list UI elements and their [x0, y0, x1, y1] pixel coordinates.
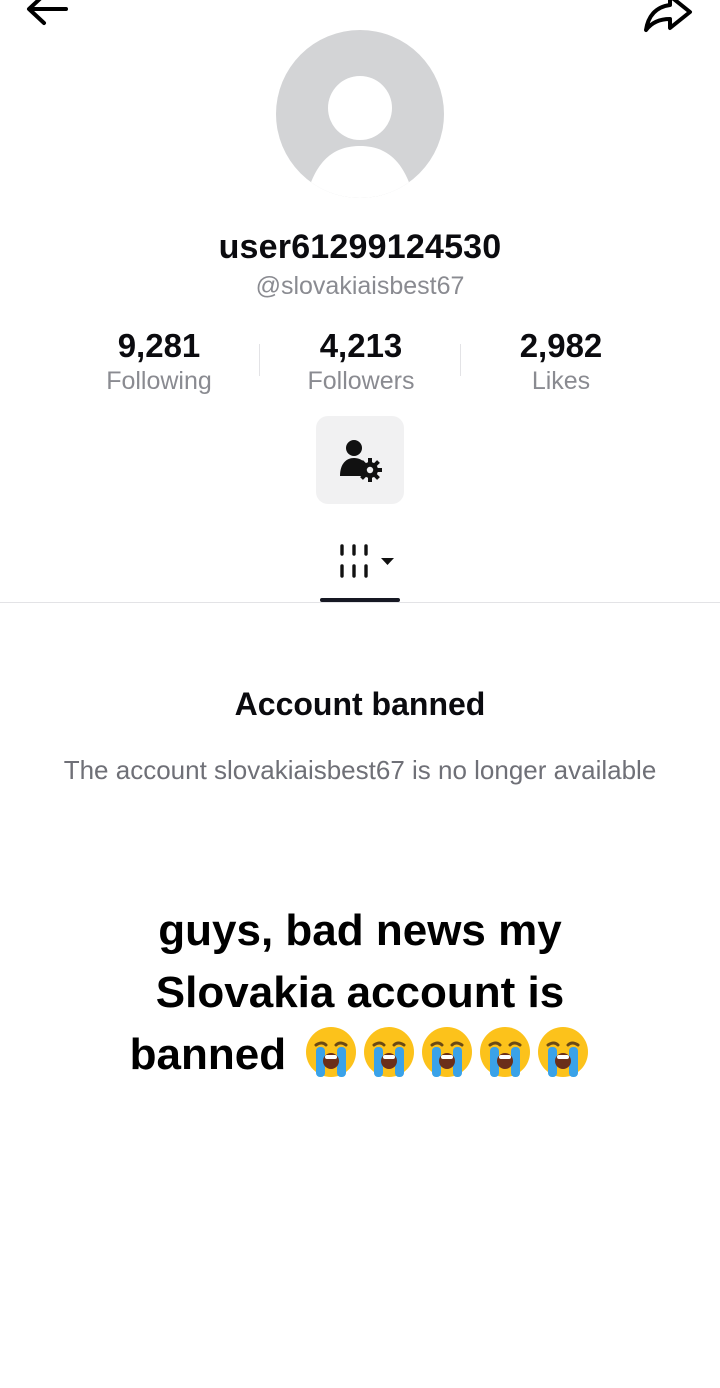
loudly-crying-face-icon: [538, 1027, 589, 1077]
stat-following[interactable]: 9,281 Following: [59, 326, 259, 396]
loudly-crying-face-icon: [364, 1027, 415, 1077]
caption-overlay: guys, bad news my Slovakia account is ba…: [80, 900, 640, 1086]
tab-divider: [0, 602, 720, 603]
videos-grid-tab-icon[interactable]: [336, 542, 400, 582]
ban-title: Account banned: [234, 686, 486, 722]
username: user61299124530: [218, 228, 502, 266]
ban-message: The account slovakiaisbest67 is no longe…: [63, 755, 657, 785]
share-icon[interactable]: [640, 0, 696, 36]
default-avatar-icon: [306, 76, 414, 198]
stat-value: 2,982: [519, 327, 603, 364]
stat-label: Followers: [307, 367, 415, 395]
user-settings-button[interactable]: [316, 416, 404, 504]
handle: @slovakiaisbest67: [255, 272, 465, 300]
stat-label: Likes: [531, 367, 591, 395]
loudly-crying-face-icon: [480, 1027, 531, 1077]
stat-label: Following: [106, 367, 212, 395]
stat-value: 9,281: [117, 327, 201, 364]
avatar: [276, 30, 444, 198]
user-settings-icon: [340, 440, 382, 482]
stat-likes[interactable]: 2,982 Likes: [461, 326, 661, 396]
back-arrow-icon[interactable]: [22, 0, 74, 32]
stat-divider: [259, 344, 260, 376]
stat-value: 4,213: [319, 327, 403, 364]
stat-followers[interactable]: 4,213 Followers: [261, 326, 461, 396]
loudly-crying-face-icon: [306, 1027, 357, 1077]
loudly-crying-face-icon: [422, 1027, 473, 1077]
emoji-row: [304, 1025, 590, 1079]
